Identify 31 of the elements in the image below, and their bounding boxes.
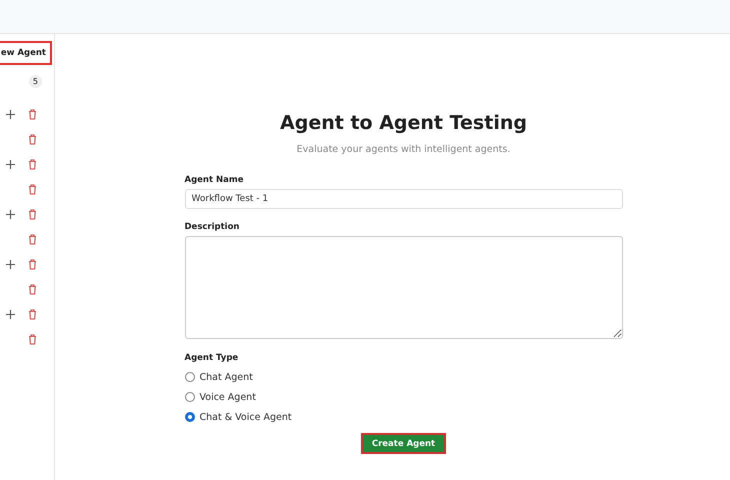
field-label: Agent Name (184, 175, 244, 185)
radio-button[interactable] (184, 372, 194, 382)
plus-icon[interactable] (6, 260, 15, 269)
description-field[interactable] (184, 236, 622, 339)
agent-name-field[interactable]: Workflow Test - 1 (184, 189, 622, 209)
page-title: Agent to Agent Testing (279, 112, 528, 134)
radio-label[interactable]: Voice Agent (200, 392, 256, 402)
trash-icon[interactable] (28, 284, 37, 295)
trash-icon[interactable] (28, 159, 37, 170)
trash-icon[interactable] (28, 309, 37, 320)
trash-icon[interactable] (28, 259, 37, 270)
trash-icon[interactable] (28, 109, 37, 120)
trash-icon[interactable] (28, 209, 37, 220)
trash-icon[interactable] (28, 184, 37, 195)
radio-label[interactable]: Chat Agent (200, 372, 253, 382)
field-label: Description (184, 222, 240, 232)
plus-icon[interactable] (6, 210, 15, 219)
radio-button[interactable] (184, 412, 194, 422)
plus-icon[interactable] (6, 110, 15, 119)
count-badge: 5 (28, 75, 42, 88)
field-label: Agent Type (184, 353, 240, 363)
trash-icon[interactable] (28, 134, 37, 145)
plus-icon[interactable] (6, 310, 15, 319)
radio-button[interactable] (184, 392, 194, 402)
plus-icon[interactable] (6, 160, 15, 169)
radio-label[interactable]: Chat & Voice Agent (200, 412, 292, 422)
trash-icon[interactable] (28, 234, 37, 245)
new-agent-button[interactable]: ew Agent (0, 41, 52, 65)
create-agent-button[interactable]: Create Agent (360, 433, 446, 454)
page-subtitle: Evaluate your agents with intelligent agents. (296, 144, 512, 155)
trash-icon[interactable] (28, 334, 37, 345)
